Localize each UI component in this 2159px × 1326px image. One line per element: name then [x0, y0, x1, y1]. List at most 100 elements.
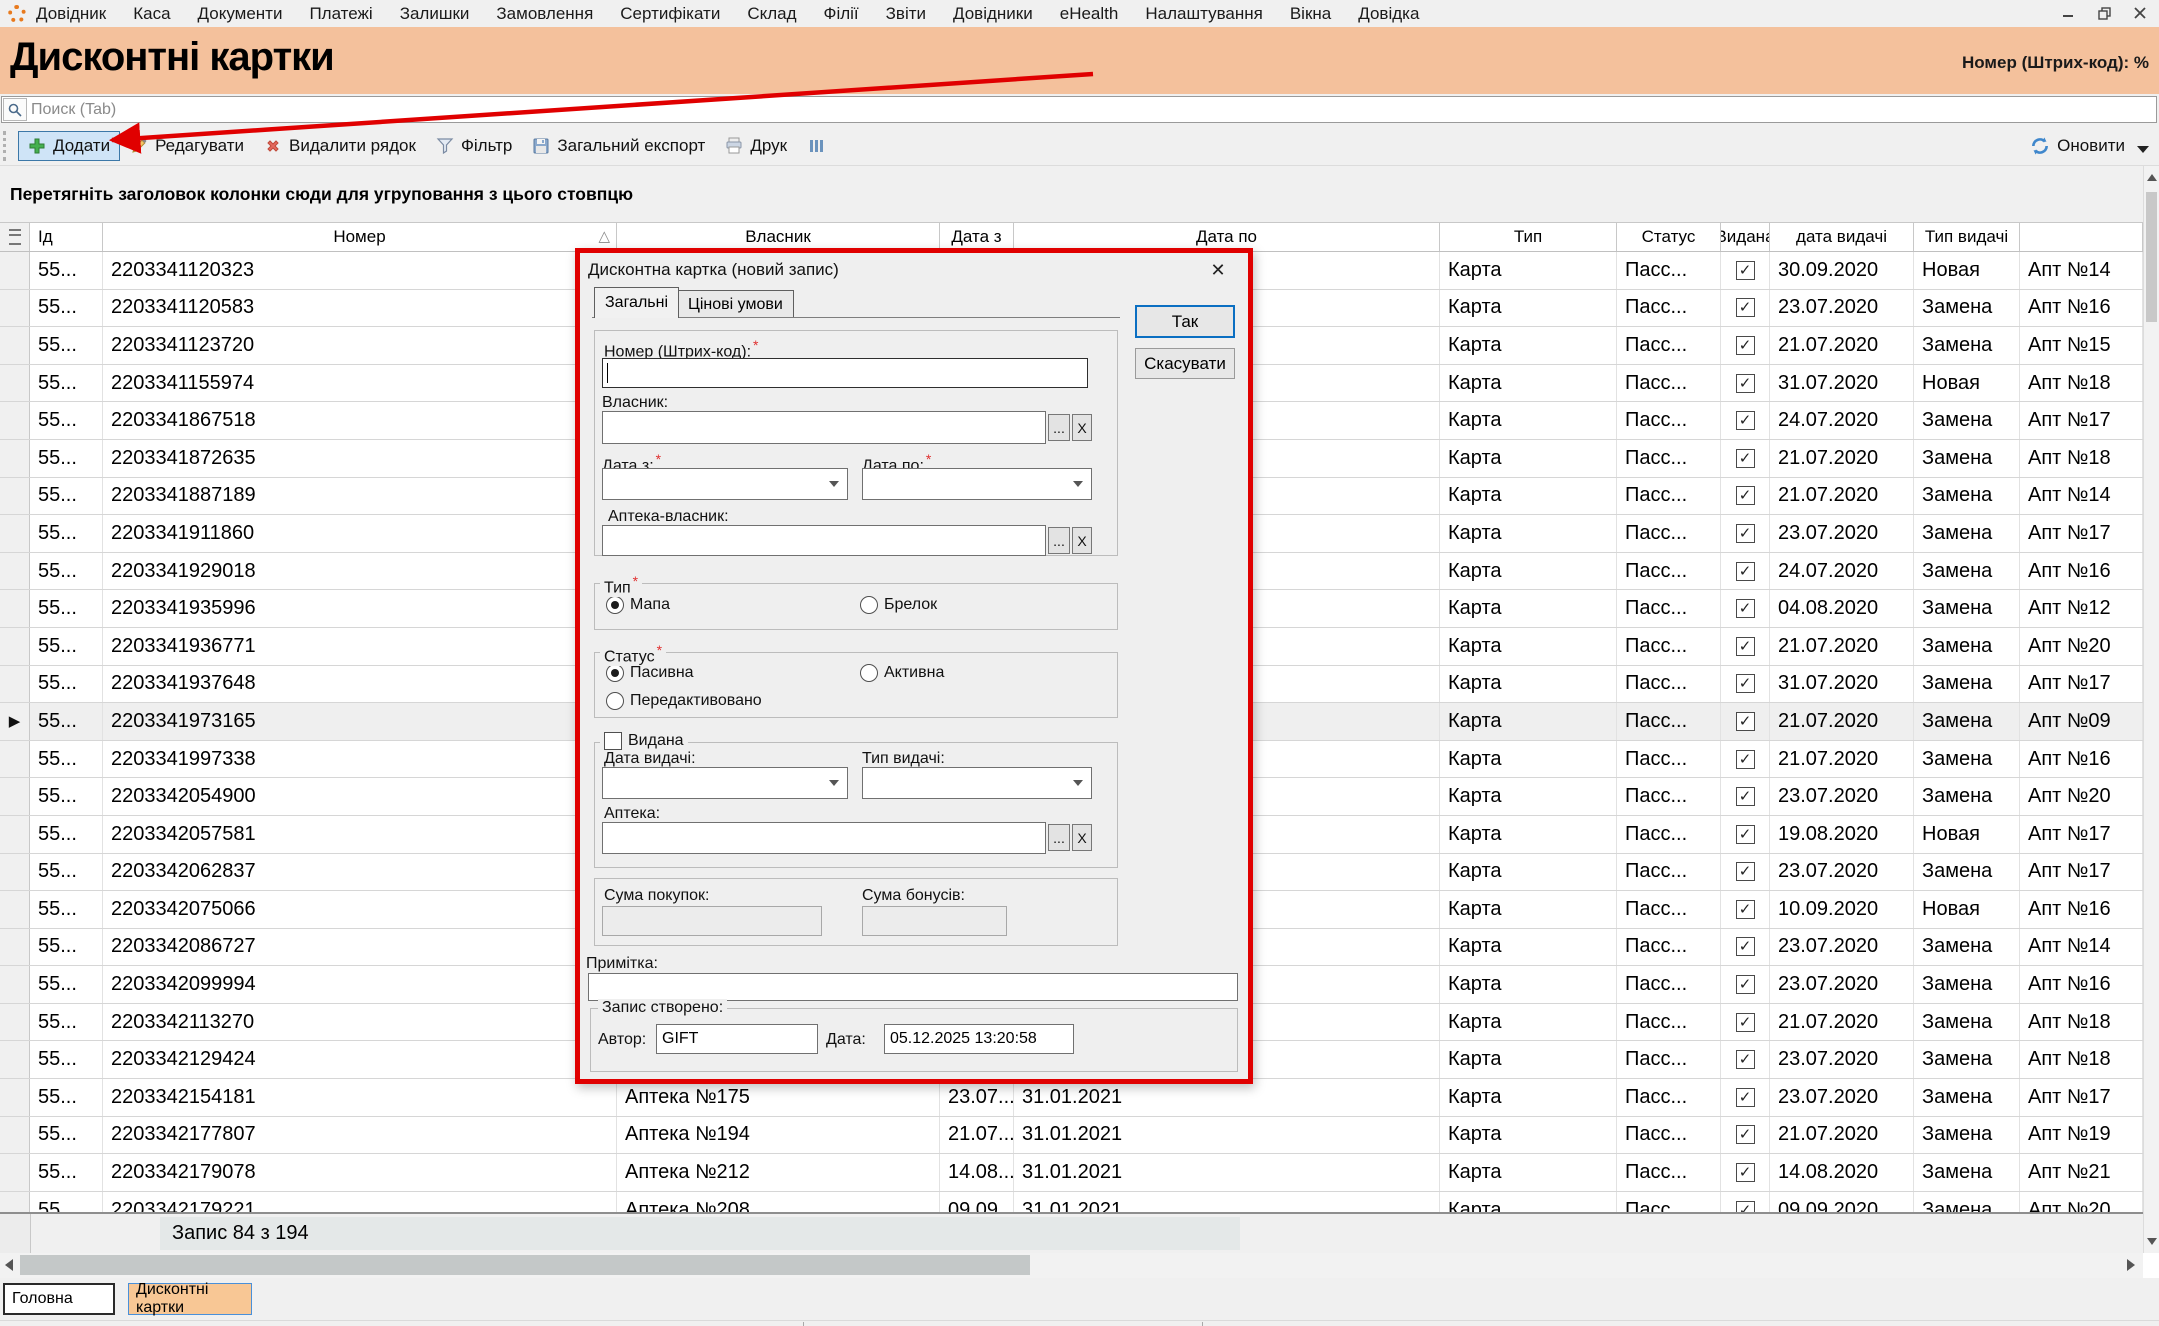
- menu-item[interactable]: Каса: [133, 4, 170, 24]
- checkbox-unchecked-icon[interactable]: [604, 732, 622, 750]
- column-header-issue-date[interactable]: дата видачі: [1770, 223, 1914, 251]
- issued-checkbox[interactable]: ✓: [1736, 599, 1755, 618]
- author-input[interactable]: GIFT: [656, 1024, 818, 1054]
- column-header-id[interactable]: Ід: [30, 223, 103, 251]
- refresh-options-caret[interactable]: [2137, 146, 2149, 153]
- table-row[interactable]: 55...2203342179078Аптека №21214.08...31.…: [0, 1154, 2143, 1192]
- radio-type-card[interactable]: Мапа: [606, 596, 670, 614]
- owner-lookup-button[interactable]: ...: [1048, 414, 1070, 441]
- horizontal-scrollbar[interactable]: [0, 1253, 2143, 1278]
- issued-checkbox[interactable]: ✓: [1736, 787, 1755, 806]
- issued-checkbox[interactable]: ✓: [1736, 336, 1755, 355]
- menu-item[interactable]: Сертифікати: [620, 4, 720, 24]
- number-input[interactable]: [602, 358, 1088, 388]
- column-header-number[interactable]: Номер △: [103, 223, 617, 251]
- table-row[interactable]: 55...2203342154181Аптека №17523.07...31.…: [0, 1079, 2143, 1117]
- owner-clear-button[interactable]: X: [1072, 414, 1092, 441]
- add-button[interactable]: Додати: [18, 131, 120, 161]
- dialog-close-icon[interactable]: ✕: [1204, 257, 1232, 283]
- issued-checkbox[interactable]: ✓: [1736, 562, 1755, 581]
- table-row[interactable]: 55...2203342179221Аптека №20809.09...31.…: [0, 1192, 2143, 1212]
- column-header-pharmacy[interactable]: [2020, 223, 2143, 251]
- menu-item[interactable]: Документи: [198, 4, 283, 24]
- search-input[interactable]: Поиск (Tab): [1, 96, 2157, 123]
- toolbar-grip[interactable]: [3, 131, 12, 161]
- scroll-down-icon[interactable]: [2147, 1238, 2157, 1245]
- menu-item[interactable]: Вікна: [1290, 4, 1331, 24]
- refresh-button[interactable]: Оновити: [2020, 131, 2135, 161]
- issued-checkbox[interactable]: ✓: [1736, 1125, 1755, 1144]
- issued-checkbox-row[interactable]: Видана: [600, 732, 688, 750]
- issued-checkbox[interactable]: ✓: [1736, 1201, 1755, 1212]
- print-button[interactable]: Друк: [715, 131, 797, 161]
- issued-checkbox[interactable]: ✓: [1736, 524, 1755, 543]
- restore-button[interactable]: [2093, 3, 2115, 23]
- horizontal-scroll-thumb[interactable]: [20, 1255, 1030, 1275]
- menu-item[interactable]: Філії: [824, 4, 859, 24]
- issue-type-combo[interactable]: [862, 767, 1092, 799]
- export-button[interactable]: Загальний експорт: [522, 131, 715, 161]
- column-header-status[interactable]: Статус: [1617, 223, 1721, 251]
- issued-checkbox[interactable]: ✓: [1736, 1050, 1755, 1069]
- date-to-combo[interactable]: [862, 468, 1092, 500]
- tab-price-terms[interactable]: Цінові умови: [677, 290, 794, 318]
- pharmacy-lookup-button[interactable]: ...: [1048, 824, 1070, 851]
- scroll-up-icon[interactable]: [2147, 174, 2157, 181]
- cancel-button[interactable]: Скасувати: [1135, 348, 1235, 379]
- column-header-owner[interactable]: Власник: [617, 223, 940, 251]
- menu-item[interactable]: Замовлення: [496, 4, 593, 24]
- vertical-scroll-thumb[interactable]: [2146, 192, 2157, 322]
- ok-button[interactable]: Так: [1135, 305, 1235, 338]
- issued-checkbox[interactable]: ✓: [1736, 411, 1755, 430]
- issued-checkbox[interactable]: ✓: [1736, 449, 1755, 468]
- menu-item[interactable]: Платежі: [309, 4, 372, 24]
- radio-status-passive[interactable]: Пасивна: [606, 664, 694, 682]
- issued-checkbox[interactable]: ✓: [1736, 862, 1755, 881]
- issued-checkbox[interactable]: ✓: [1736, 1163, 1755, 1182]
- menu-item[interactable]: Склад: [747, 4, 796, 24]
- issued-checkbox[interactable]: ✓: [1736, 637, 1755, 656]
- pharmacy-input[interactable]: [602, 822, 1046, 854]
- issued-checkbox[interactable]: ✓: [1736, 750, 1755, 769]
- tab-discount-cards[interactable]: Дисконтні картки: [128, 1283, 252, 1315]
- vertical-scrollbar[interactable]: [2143, 166, 2159, 1253]
- owner-input[interactable]: [602, 411, 1046, 444]
- column-header-date-to[interactable]: Дата по: [1014, 223, 1440, 251]
- issued-checkbox[interactable]: ✓: [1736, 1088, 1755, 1107]
- created-date-input[interactable]: 05.12.2025 13:20:58: [884, 1024, 1074, 1054]
- column-header-type[interactable]: Тип: [1440, 223, 1617, 251]
- pharmacy-clear-button[interactable]: X: [1072, 824, 1092, 851]
- menu-item[interactable]: Довідка: [1358, 4, 1419, 24]
- radio-type-fob[interactable]: Брелок: [860, 596, 937, 614]
- pharmacy-owner-input[interactable]: [602, 525, 1046, 556]
- columns-button[interactable]: [797, 132, 835, 160]
- menu-item[interactable]: Налаштування: [1145, 4, 1263, 24]
- pharmacy-owner-clear-button[interactable]: X: [1072, 527, 1092, 554]
- close-button[interactable]: [2129, 3, 2151, 23]
- issued-checkbox[interactable]: ✓: [1736, 900, 1755, 919]
- delete-row-button[interactable]: Видалити рядок: [254, 131, 426, 161]
- scroll-right-icon[interactable]: [2127, 1259, 2135, 1271]
- issued-checkbox[interactable]: ✓: [1736, 674, 1755, 693]
- issued-checkbox[interactable]: ✓: [1736, 1013, 1755, 1032]
- pharmacy-owner-lookup-button[interactable]: ...: [1048, 527, 1070, 554]
- menu-item[interactable]: Залишки: [400, 4, 470, 24]
- issued-checkbox[interactable]: ✓: [1736, 937, 1755, 956]
- menu-item[interactable]: Довідники: [953, 4, 1033, 24]
- filter-button[interactable]: Фільтр: [426, 131, 522, 161]
- scroll-left-icon[interactable]: [5, 1259, 13, 1271]
- menu-item[interactable]: Звіти: [886, 4, 926, 24]
- date-from-combo[interactable]: [602, 468, 848, 500]
- minimize-button[interactable]: [2057, 3, 2079, 23]
- tab-general[interactable]: Загальні: [594, 287, 679, 318]
- edit-button[interactable]: Редагувати: [120, 131, 254, 161]
- issued-checkbox[interactable]: ✓: [1736, 712, 1755, 731]
- issued-checkbox[interactable]: ✓: [1736, 975, 1755, 994]
- issued-checkbox[interactable]: ✓: [1736, 486, 1755, 505]
- column-header-issue-type[interactable]: Тип видачі: [1914, 223, 2020, 251]
- column-header-date-from[interactable]: Дата з: [940, 223, 1014, 251]
- menu-item[interactable]: eHealth: [1060, 4, 1119, 24]
- radio-status-active[interactable]: Активна: [860, 664, 944, 682]
- issued-checkbox[interactable]: ✓: [1736, 825, 1755, 844]
- issued-checkbox[interactable]: ✓: [1736, 261, 1755, 280]
